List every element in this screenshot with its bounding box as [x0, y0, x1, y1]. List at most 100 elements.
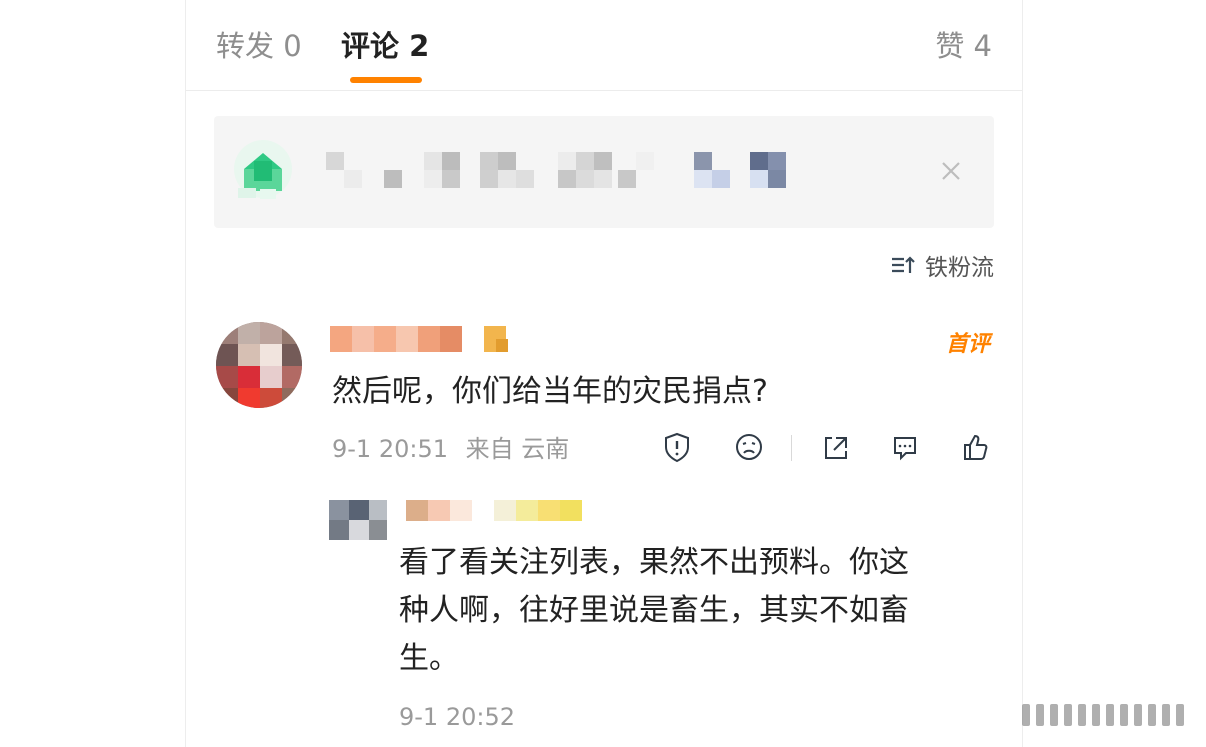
mosaic-pixel	[618, 170, 636, 188]
watermark-bar	[1176, 704, 1184, 726]
reply-avatar-mosaic-pixel	[329, 500, 349, 520]
avatar-mosaic-pixel	[238, 322, 260, 344]
app-icon-svg	[234, 140, 292, 199]
share-icon[interactable]	[818, 430, 852, 464]
watermark-bar	[1022, 704, 1030, 726]
mosaic-pixel	[424, 170, 442, 188]
watermark-bar	[1162, 704, 1170, 726]
comment-text: 然后呢，你们给当年的灾民捐点?	[332, 374, 768, 409]
info-icon[interactable]	[660, 430, 694, 464]
commenter-avatar[interactable]	[216, 322, 302, 408]
mosaic-pixel	[576, 170, 594, 188]
avatar-mosaic-pixel	[216, 344, 238, 366]
weibo-comment-page: 转发 0 评论 2 赞 4 铁粉流 首评 然后呢，你们给当年的灾民捐点? 9-1…	[0, 0, 1206, 747]
mosaic-pixel	[594, 152, 612, 170]
avatar-mosaic-pixel	[238, 344, 260, 366]
reply-avatar-mosaic-pixel	[349, 500, 369, 520]
sort-control[interactable]: 铁粉流	[889, 248, 994, 282]
mosaic-pixel	[424, 152, 442, 170]
comment-time: 9-1 20:51	[332, 435, 448, 463]
commenter-name[interactable]	[330, 326, 515, 352]
comment-icon-svg	[894, 437, 916, 461]
tab-comment[interactable]: 评论 2	[341, 26, 429, 66]
mosaic-pixel	[558, 170, 576, 188]
reply-name-mosaic-pixel	[428, 500, 450, 521]
avatar-mosaic-pixel	[282, 366, 302, 388]
avatar-mosaic-pixel	[238, 388, 260, 408]
info-icon-svg	[665, 432, 689, 463]
mosaic-pixel	[326, 152, 344, 170]
name-mosaic-pixel	[330, 326, 352, 352]
mosaic-pixel	[442, 170, 460, 188]
mosaic-pixel	[558, 152, 576, 170]
watermark-bar	[1036, 704, 1044, 726]
avatar-mosaic-pixel	[260, 388, 282, 408]
sad-icon[interactable]	[732, 430, 766, 464]
mosaic-pixel	[480, 152, 498, 170]
reply-avatar-mosaic-pixel	[369, 500, 387, 520]
close-icon[interactable]	[936, 156, 966, 186]
reply-avatar-mosaic-pixel	[349, 520, 369, 540]
close-icon-svg	[942, 162, 960, 180]
avatar-mosaic-pixel	[216, 366, 238, 388]
avatar-mosaic-pixel	[282, 322, 302, 344]
mosaic-pixel	[750, 170, 768, 188]
reply-line: 生。	[399, 641, 459, 676]
reply-name-mosaic-pixel	[450, 500, 472, 521]
name-mosaic-pixel	[440, 326, 462, 352]
comment-icon[interactable]	[888, 430, 922, 464]
name-mosaic-pixel	[352, 326, 374, 352]
name-mosaic-pixel	[496, 339, 508, 352]
mosaic-pixel	[442, 152, 460, 170]
reply-text: 看了看关注列表，果然不出预料。你这 种人啊，往好里说是畜生，其实不如畜 生。	[399, 539, 979, 683]
sad-icon-svg	[736, 434, 762, 460]
reply-line: 种人啊，往好里说是畜生，其实不如畜	[399, 593, 909, 628]
watermark-bar	[1120, 704, 1128, 726]
mosaic-pixel	[694, 170, 712, 188]
watermark-logo	[1022, 697, 1194, 735]
mosaic-pixel	[498, 170, 516, 188]
reply-name-mosaic-pixel	[538, 500, 560, 521]
mosaic-pixel	[636, 152, 654, 170]
mosaic-pixel	[576, 152, 594, 170]
comment-panel: 转发 0 评论 2 赞 4 铁粉流 首评 然后呢，你们给当年的灾民捐点? 9-1…	[185, 0, 1023, 747]
active-tab-indicator	[350, 77, 422, 83]
comment-banner	[214, 116, 994, 228]
tab-like[interactable]: 赞 4	[935, 26, 992, 66]
reply-name-mosaic-pixel	[472, 500, 494, 521]
interaction-tabs: 转发 0 评论 2 赞 4	[186, 0, 1022, 91]
avatar-mosaic-pixel	[282, 344, 302, 366]
avatar-mosaic-pixel	[282, 388, 302, 408]
avatar-mosaic-pixel	[238, 366, 260, 388]
reply-user-name[interactable]	[406, 500, 582, 521]
watermark-bar	[1092, 704, 1100, 726]
reply-time: 9-1 20:52	[399, 703, 515, 731]
reply-name-mosaic-pixel	[560, 500, 582, 521]
mosaic-pixel	[768, 152, 786, 170]
share-icon-svg	[825, 437, 847, 459]
reply-name-mosaic-pixel	[516, 500, 538, 521]
name-mosaic-pixel	[374, 326, 396, 352]
mosaic-pixel	[712, 170, 730, 188]
name-mosaic-pixel	[418, 326, 440, 352]
reply-avatar-mosaic-pixel	[369, 520, 387, 540]
like-icon-svg	[964, 434, 988, 460]
comment-source: 来自 云南	[465, 435, 570, 463]
watermark-bar	[1050, 704, 1058, 726]
mosaic-pixel	[694, 152, 712, 170]
reply-avatar[interactable]	[329, 500, 387, 540]
mosaic-pixel	[594, 170, 612, 188]
like-icon[interactable]	[958, 430, 992, 464]
actions-divider	[791, 435, 792, 461]
tab-repost[interactable]: 转发 0	[216, 26, 302, 66]
avatar-mosaic-pixel	[216, 322, 238, 344]
mosaic-pixel	[498, 152, 516, 170]
first-comment-badge: 首评	[945, 332, 990, 357]
mosaic-pixel	[344, 170, 362, 188]
mosaic-pixel	[384, 170, 402, 188]
avatar-mosaic-pixel	[216, 388, 238, 408]
name-mosaic-pixel	[396, 326, 418, 352]
watermark-bar	[1106, 704, 1114, 726]
avatar-mosaic-pixel	[260, 366, 282, 388]
mosaic-pixel	[480, 170, 498, 188]
